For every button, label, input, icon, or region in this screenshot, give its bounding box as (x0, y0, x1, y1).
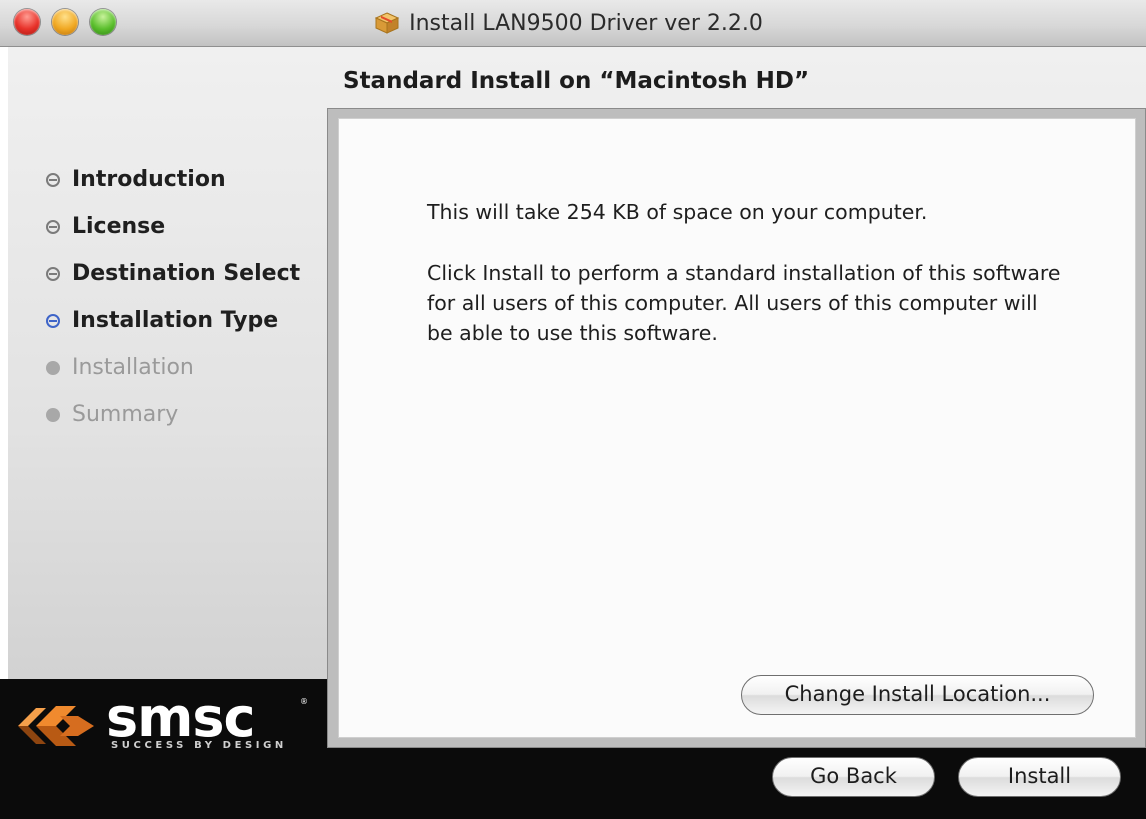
change-install-location-button[interactable]: Change Install Location... (741, 675, 1094, 715)
step-done-icon (46, 219, 60, 234)
step-installation-type: Installation Type (46, 297, 300, 344)
step-done-icon (46, 266, 60, 281)
step-summary: Summary (46, 391, 300, 438)
step-done-icon (46, 172, 60, 187)
step-label: Summary (72, 402, 179, 427)
step-introduction: Introduction (46, 156, 300, 203)
svg-text:smsc: smsc (106, 692, 255, 740)
smsc-logo-text: smsc ® (106, 692, 308, 740)
title-bar[interactable]: Install LAN9500 Driver ver 2.2.0 (0, 0, 1146, 47)
space-required-text: This will take 254 KB of space on your c… (427, 200, 928, 224)
step-label: Installation (72, 355, 194, 380)
step-license: License (46, 203, 300, 250)
go-back-button[interactable]: Go Back (772, 757, 935, 797)
package-icon (375, 12, 400, 34)
step-destination-select: Destination Select (46, 250, 300, 297)
installer-window: Install LAN9500 Driver ver 2.2.0 Standar… (0, 0, 1146, 819)
page-title: Standard Install on “Macintosh HD” (343, 68, 810, 94)
brand-tagline: SUCCESS BY DESIGN (111, 740, 287, 751)
step-installation: Installation (46, 344, 300, 391)
step-label: Installation Type (72, 308, 279, 333)
smsc-logo-icon (18, 706, 94, 746)
svg-text:®: ® (300, 697, 308, 706)
step-label: Destination Select (72, 261, 301, 286)
install-description-text: Click Install to perform a standard inst… (427, 261, 1061, 345)
step-label: Introduction (72, 167, 226, 192)
window-title: Install LAN9500 Driver ver 2.2.0 (409, 10, 763, 36)
step-current-icon (46, 313, 60, 328)
install-button[interactable]: Install (958, 757, 1121, 797)
step-label: License (72, 214, 166, 239)
step-pending-icon (46, 360, 60, 375)
steps-sidebar: Introduction License Destination Select … (46, 156, 300, 438)
step-pending-icon (46, 407, 60, 422)
